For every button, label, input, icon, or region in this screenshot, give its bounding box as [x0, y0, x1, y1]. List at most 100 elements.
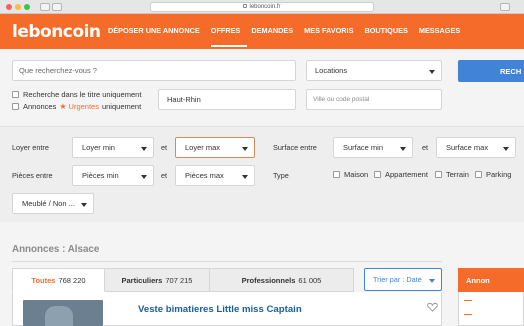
type-maison-checkbox[interactable]: [333, 171, 340, 178]
search-input[interactable]: Que recherchez-vous ?: [12, 60, 296, 81]
tab-toutes[interactable]: Toutes 768 220: [12, 268, 105, 292]
divider: [12, 261, 442, 262]
type-maison-label: Maison: [344, 170, 369, 179]
heart-icon[interactable]: [427, 302, 438, 312]
pieces-min-select[interactable]: Pièces min: [72, 165, 154, 186]
region-value: Haut-Rhin: [167, 95, 201, 104]
type-appartement-option[interactable]: Appartement: [374, 170, 428, 179]
side-panel-header[interactable]: Annon: [458, 268, 524, 292]
chevron-down-icon: [242, 174, 248, 179]
surface-et-label: et: [422, 143, 429, 152]
meuble-value: Meublé / Non ...: [22, 199, 75, 208]
title-only-checkbox[interactable]: [12, 91, 19, 98]
filters-panel: Loyer entre Loyer min et Loyer max Surfa…: [0, 126, 524, 222]
title-only-option[interactable]: Recherche dans le titre uniquement: [12, 90, 141, 99]
nav-messages[interactable]: MESSAGES: [419, 14, 467, 49]
list-item[interactable]: Veste bimatieres Little miss Captain: [12, 292, 442, 326]
type-maison-option[interactable]: Maison: [333, 170, 368, 179]
surface-max-select[interactable]: Surface max: [436, 137, 516, 158]
nav-mes-favoris[interactable]: MES FAVORIS: [304, 14, 360, 49]
search-input-placeholder: Que recherchez-vous ?: [19, 66, 97, 75]
type-appartement-checkbox[interactable]: [374, 171, 381, 178]
urgent-only-option[interactable]: Annonces ★ Urgentes uniquement: [12, 102, 141, 111]
loyer-max-value: Loyer max: [185, 143, 221, 152]
address-text: leboncoin.fr: [249, 4, 281, 10]
side-panel: Annon: [458, 268, 524, 326]
side-panel-body: [458, 292, 524, 326]
type-terrain-checkbox[interactable]: [435, 171, 442, 178]
nav-offres[interactable]: OFFRES: [210, 14, 248, 47]
surface-max-value: Surface max: [446, 143, 489, 152]
star-icon: ★: [59, 102, 67, 111]
listing-thumbnail[interactable]: [23, 300, 103, 326]
surface-min-select[interactable]: Surface min: [333, 137, 413, 158]
listing-title[interactable]: Veste bimatieres Little miss Captain: [138, 304, 302, 315]
type-parking-option[interactable]: Parking: [475, 170, 511, 179]
share-button[interactable]: [500, 3, 510, 11]
nav-boutiques[interactable]: BOUTIQUES: [364, 14, 414, 49]
loyer-min-select[interactable]: Loyer min: [72, 137, 154, 158]
category-select[interactable]: Locations: [306, 60, 442, 81]
loyer-et-label: et: [161, 143, 168, 152]
side-panel-line: [464, 314, 472, 315]
browser-toolbar: leboncoin.fr: [0, 0, 524, 14]
nav-deposer-annonce[interactable]: DÉPOSER UNE ANNONCE: [108, 14, 207, 49]
chevron-down-icon: [81, 202, 87, 207]
tab-toutes-count: 768 220: [58, 275, 86, 285]
side-panel-title: Annon: [466, 275, 490, 285]
search-button[interactable]: RECH: [458, 60, 524, 82]
type-terrain-option[interactable]: Terrain: [435, 170, 469, 179]
results-section: Annonces : Alsace Toutes 768 220 Particu…: [0, 222, 524, 326]
loyer-label: Loyer entre: [12, 143, 49, 152]
type-appartement-label: Appartement: [385, 170, 428, 179]
chevron-down-icon: [400, 146, 406, 151]
surface-label: Surface entre: [273, 143, 317, 152]
category-value: Locations: [315, 66, 348, 75]
sort-value: Trier par : Date: [373, 275, 422, 284]
tab-toutes-label: Toutes: [31, 275, 56, 285]
results-tabs: Toutes 768 220 Particuliers 707 215 Prof…: [12, 268, 354, 292]
type-terrain-label: Terrain: [446, 170, 469, 179]
urgent-prefix-label: Annonces: [23, 102, 57, 111]
tab-particuliers-label: Particuliers: [121, 275, 163, 285]
maximize-window-icon[interactable]: [24, 4, 30, 10]
search-panel: Que recherchez-vous ? Locations RECH Rec…: [0, 49, 524, 124]
title-only-label: Recherche dans le titre uniquement: [23, 90, 142, 99]
urgent-word-label: Urgentes: [68, 102, 99, 111]
sort-select[interactable]: Trier par : Date: [364, 268, 442, 291]
minimize-window-icon[interactable]: [15, 4, 21, 10]
type-parking-checkbox[interactable]: [475, 171, 482, 178]
close-window-icon[interactable]: [6, 4, 12, 10]
tab-particuliers[interactable]: Particuliers 707 215: [105, 268, 210, 292]
urgent-suffix-label: uniquement: [101, 102, 142, 111]
site-header: leboncoin DÉPOSER UNE ANNONCE OFFRES DEM…: [0, 14, 524, 49]
urgent-only-checkbox[interactable]: [12, 103, 19, 110]
city-input[interactable]: Ville ou code postal: [306, 89, 442, 110]
pieces-et-label: et: [161, 171, 168, 180]
back-button[interactable]: [40, 3, 50, 11]
type-label: Type: [273, 171, 289, 180]
side-panel-line: [464, 300, 472, 301]
site-logo[interactable]: leboncoin: [12, 22, 101, 42]
nav-demandes[interactable]: DEMANDES: [251, 14, 300, 49]
chevron-down-icon: [242, 146, 248, 151]
meuble-select[interactable]: Meublé / Non ...: [12, 193, 94, 214]
chevron-down-icon: [429, 69, 435, 74]
forward-button[interactable]: [52, 3, 62, 11]
results-title: Annonces : Alsace: [12, 244, 100, 255]
surface-min-value: Surface min: [343, 143, 384, 152]
address-bar[interactable]: leboncoin.fr: [150, 2, 374, 12]
chevron-down-icon: [141, 146, 147, 151]
pieces-max-select[interactable]: Pièces max: [175, 165, 255, 186]
tab-particuliers-count: 707 215: [165, 275, 193, 285]
tab-professionnels-count: 61 005: [298, 275, 322, 285]
pieces-min-value: Pièces min: [82, 171, 119, 180]
pieces-max-value: Pièces max: [185, 171, 224, 180]
tab-professionnels[interactable]: Professionnels 61 005: [210, 268, 354, 292]
loyer-min-value: Loyer min: [82, 143, 115, 152]
type-parking-label: Parking: [486, 170, 512, 179]
loyer-max-select[interactable]: Loyer max: [175, 137, 255, 158]
region-select[interactable]: Haut-Rhin: [158, 89, 296, 110]
chevron-down-icon: [141, 174, 147, 179]
thumbnail-detail: [45, 306, 73, 326]
